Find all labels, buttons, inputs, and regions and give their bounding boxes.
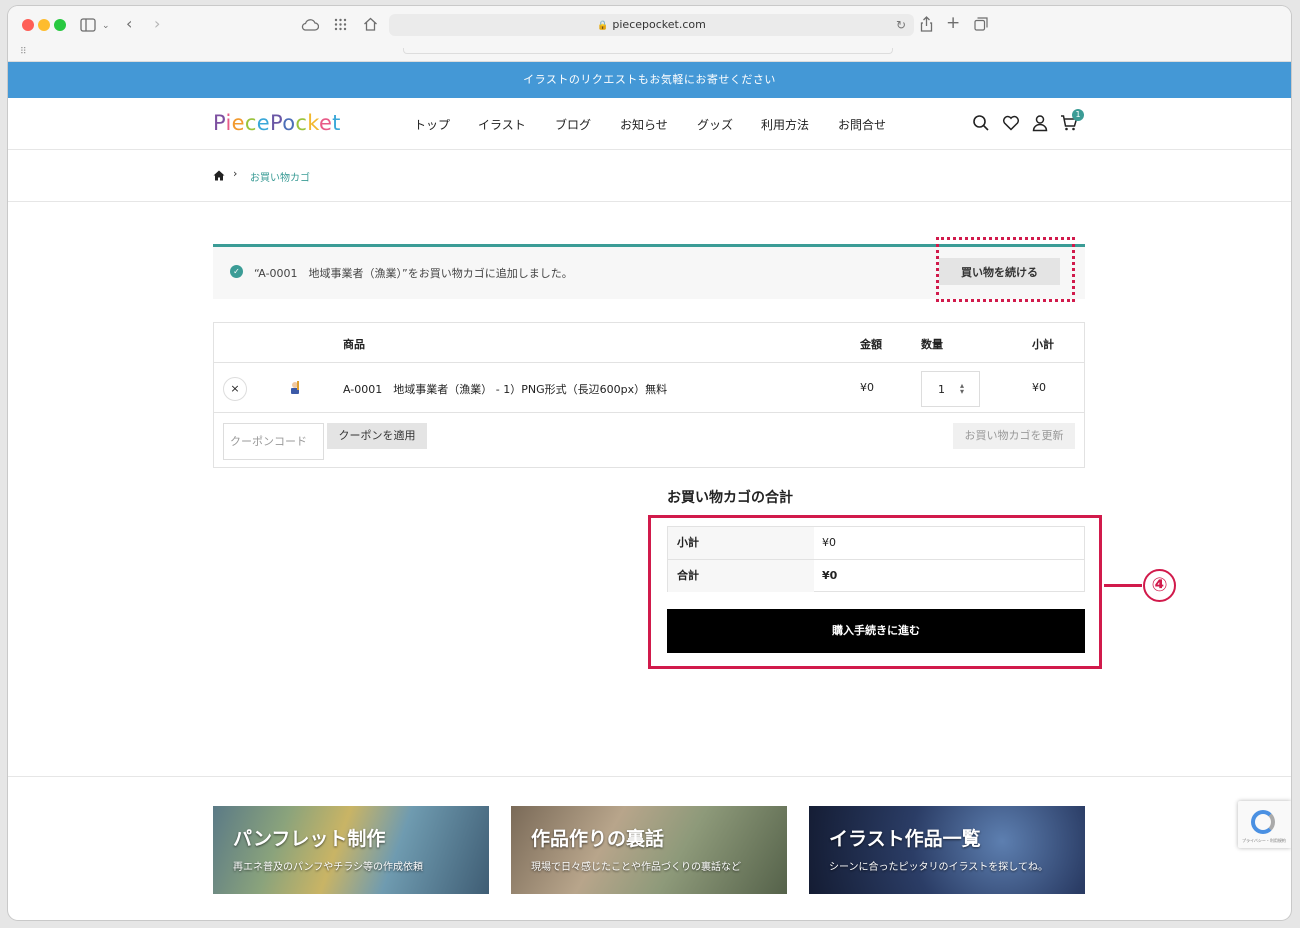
grid-icon[interactable]: ⠿ [20,47,27,57]
total-value: ¥0 [822,569,838,582]
promo-title: イラスト作品一覧 [829,828,981,850]
forward-icon[interactable]: › [154,16,160,32]
recaptcha-badge[interactable]: プライバシー・利用規約 [1238,801,1291,848]
chevron-down-icon[interactable]: ⌄ [102,19,110,33]
nav-item-blog[interactable]: ブログ [555,116,591,133]
cart-count-badge: 1 [1072,109,1084,121]
cart-totals-table: 小計 ¥0 合計 ¥0 [667,526,1085,592]
nav-item-top[interactable]: トップ [414,116,450,133]
tab-bar: ⠿ [8,42,1291,62]
header-price: 金額 [860,338,882,351]
search-icon[interactable] [972,114,990,132]
browser-toolbar: ⌄ ‹ › 🔒 piecepocket.com ↻ + ⠿ [8,6,1291,62]
tab-overview-icon[interactable] [974,17,988,31]
breadcrumb-separator-icon: › [233,167,238,180]
address-bar[interactable]: 🔒 piecepocket.com ↻ [389,14,914,36]
zoom-window-button[interactable] [54,19,66,31]
notice-message: “A-0001 地域事業者（漁業）”をお買い物カゴに追加しました。 [254,267,573,280]
update-cart-button[interactable]: お買い物カゴを更新 [953,423,1075,449]
highlight-dotted-box [936,237,1075,302]
reload-icon[interactable]: ↻ [896,14,906,36]
nav-item-goods[interactable]: グッズ [697,116,733,133]
promo-subtitle: シーンに合ったピッタリのイラストを探してね。 [829,862,1048,873]
new-tab-icon[interactable]: + [946,15,960,32]
header-subtotal: 小計 [1032,338,1054,351]
cart-totals-title: お買い物カゴの合計 [667,490,793,506]
recaptcha-text: プライバシー・利用規約 [1242,838,1286,843]
proceed-to-checkout-button[interactable]: 購入手続きに進む [667,609,1085,653]
callout-line [1104,584,1142,587]
minimize-window-button[interactable] [38,19,50,31]
home-icon[interactable] [213,170,225,181]
breadcrumb: › お買い物カゴ [8,150,1291,202]
quantity-value: 1 [938,383,945,396]
remove-item-button[interactable]: × [223,377,247,401]
subtotal-row: 小計 ¥0 [668,527,1084,560]
total-label: 合計 [668,560,814,592]
nav-item-how-to-use[interactable]: 利用方法 [761,116,809,133]
callout-number: ④ [1143,569,1176,602]
cart-table-header: 商品 金額 数量 小計 [214,323,1084,363]
apply-coupon-button[interactable]: クーポンを適用 [327,423,427,449]
nav-item-news[interactable]: お知らせ [620,116,668,133]
coupon-code-input[interactable]: クーポンコード [223,423,324,460]
promo-subtitle: 現場で日々感じたことや作品づくりの裏話など [531,862,741,873]
cart-table: 商品 金額 数量 小計 × A-0001 地域事業者（漁業） - 1）PNG形式… [213,322,1085,468]
item-subtotal: ¥0 [1032,381,1046,394]
promo-behind-the-scenes[interactable]: 作品作りの裏話 現場で日々感じたことや作品づくりの裏話など [511,806,787,894]
nav-item-illustration[interactable]: イラスト [478,116,526,133]
item-price: ¥0 [860,381,874,394]
lock-icon: 🔒 [597,21,609,31]
close-window-button[interactable] [22,19,34,31]
recaptcha-icon [1251,810,1275,834]
promo-title: パンフレット制作 [233,828,386,850]
back-icon[interactable]: ‹ [126,16,132,32]
header-product: 商品 [343,338,365,351]
cloud-icon[interactable] [301,18,319,31]
promo-pamphlet[interactable]: パンフレット制作 再エネ普及のパンフやチラシ等の作成依頼 [213,806,489,894]
stepper-arrows-icon[interactable]: ▴ ▾ [960,382,964,396]
promo-title: 作品作りの裏話 [531,828,665,850]
promo-subtitle: 再エネ普及のパンフやチラシ等の作成依頼 [233,862,423,873]
home-icon[interactable] [363,17,378,31]
check-circle-icon: ✓ [230,265,243,278]
subtotal-value: ¥0 [822,536,836,549]
announcement-banner[interactable]: イラストのリクエストもお気軽にお寄せください [8,62,1291,98]
total-row: 合計 ¥0 [668,560,1084,593]
user-icon[interactable] [1031,114,1049,132]
breadcrumb-current: お買い物カゴ [250,173,310,184]
product-thumbnail[interactable] [287,379,303,395]
share-icon[interactable] [920,16,933,32]
subtotal-label: 小計 [668,527,814,559]
apps-grid-icon[interactable] [334,18,347,31]
promo-illustration-list[interactable]: イラスト作品一覧 シーンに合ったピッタリのイラストを探してね。 [809,806,1085,894]
url-text: piecepocket.com [612,18,706,31]
nav-item-contact[interactable]: お問合せ [838,116,886,133]
heart-icon[interactable] [1002,114,1020,132]
tab-indicator [403,48,893,54]
sidebar-icon[interactable] [80,18,96,32]
footer-divider [8,776,1291,777]
site-header: PiecePocket トップ イラスト ブログ お知らせ グッズ 利用方法 お… [8,98,1291,150]
site-logo[interactable]: PiecePocket [213,111,341,135]
quantity-stepper[interactable]: 1 ▴ ▾ [921,371,980,407]
table-row: × A-0001 地域事業者（漁業） - 1）PNG形式（長辺600px）無料 … [214,363,1084,413]
browser-window: ⌄ ‹ › 🔒 piecepocket.com ↻ + ⠿ イラストのリクエストも… [8,6,1291,920]
header-quantity: 数量 [921,338,943,351]
product-name-link[interactable]: A-0001 地域事業者（漁業） - 1）PNG形式（長辺600px）無料 [343,381,667,397]
